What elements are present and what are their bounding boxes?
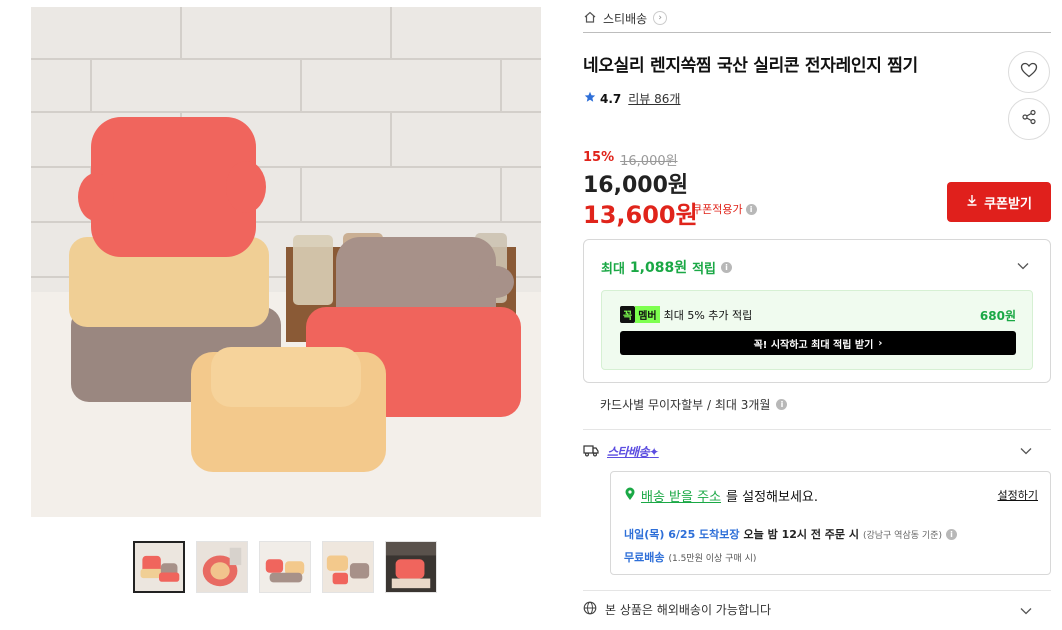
info-icon[interactable]: i bbox=[745, 203, 757, 215]
coupon-download-button[interactable]: 쿠폰받기 bbox=[947, 182, 1051, 222]
points-amount: 1,088원 bbox=[629, 260, 688, 276]
points-box: 최대 1,088원 적립 i 꼭 멤버 최대 5% 추가 적립 680원 꼭! … bbox=[583, 239, 1051, 383]
chevron-down-icon[interactable] bbox=[1020, 605, 1032, 617]
points-prefix: 최대 bbox=[601, 261, 625, 277]
info-icon[interactable]: i bbox=[721, 261, 733, 273]
member-benefit-row: 꼭 멤버 최대 5% 추가 적립 bbox=[620, 306, 752, 323]
member-badge: 꼭 bbox=[620, 306, 636, 323]
info-icon[interactable]: i bbox=[945, 528, 957, 540]
installment-text: 카드사별 무이자할부 / 최대 3개월 bbox=[600, 398, 771, 412]
eta-note: (강남구 역삼동 기준) bbox=[862, 530, 942, 541]
coupon-button-label: 쿠폰받기 bbox=[984, 196, 1032, 212]
free-shipping: 무료배송 (1.5만원 이상 구매 시) bbox=[624, 549, 756, 565]
product-info-panel: 스티배송 › 네오실리 렌지쏙찜 국산 실리콘 전자레인지 찜기 4.7 리뷰 … bbox=[583, 0, 1051, 630]
main-product-image bbox=[31, 7, 541, 517]
coupon-price: 13,600원 bbox=[583, 201, 698, 229]
heart-icon bbox=[1020, 62, 1038, 82]
address-box: 배송 받을 주소 를 설정해보세요. 설정하기 내일(목) 6/25 도착보장 … bbox=[610, 471, 1051, 575]
globe-icon bbox=[583, 601, 597, 618]
delivery-eta: 내일(목) 6/25 도착보장 오늘 밤 12시 전 주문 시 (강남구 역삼동… bbox=[624, 526, 957, 542]
thumbnail-1[interactable] bbox=[133, 541, 185, 593]
rating-score: 4.7 bbox=[600, 91, 622, 106]
thumbnail-strip bbox=[133, 541, 437, 593]
member-benefit-box: 꼭 멤버 최대 5% 추가 적립 680원 꼭! 시작하고 최대 적립 받기 › bbox=[601, 290, 1033, 370]
thumbnail-4[interactable] bbox=[322, 541, 374, 593]
download-icon bbox=[966, 194, 978, 210]
chevron-right-icon: › bbox=[878, 337, 883, 349]
thumbnail-3[interactable] bbox=[259, 541, 311, 593]
address-text: 를 설정해보세요. bbox=[726, 490, 819, 505]
chevron-down-icon[interactable] bbox=[1017, 260, 1029, 272]
share-icon bbox=[1021, 109, 1037, 129]
breadcrumb-divider bbox=[583, 32, 1051, 33]
overseas-text: 본 상품은 해외배송이 가능합니다 bbox=[605, 603, 772, 617]
chevron-down-icon[interactable] bbox=[1020, 445, 1032, 457]
section-divider bbox=[583, 590, 1051, 591]
points-summary[interactable]: 최대 1,088원 적립 i bbox=[601, 257, 733, 277]
installment-info: 카드사별 무이자할부 / 최대 3개월 i bbox=[600, 396, 788, 413]
thumbnail-2[interactable] bbox=[196, 541, 248, 593]
section-divider bbox=[583, 429, 1051, 430]
eta-condition: 오늘 밤 12시 전 주문 시 bbox=[743, 528, 859, 541]
eta-date: 내일(목) 6/25 도착보장 bbox=[624, 528, 740, 541]
home-icon bbox=[583, 10, 597, 27]
truck-icon bbox=[583, 442, 599, 461]
member-cta-label: 꼭! 시작하고 최대 적립 받기 bbox=[753, 339, 874, 351]
rating: 4.7 리뷰 86개 bbox=[584, 90, 680, 107]
address-prompt: 배송 받을 주소 를 설정해보세요. bbox=[624, 486, 818, 505]
share-button[interactable] bbox=[1008, 98, 1050, 140]
coupon-applied-text: 쿠폰적용가 bbox=[692, 203, 743, 216]
free-shipping-note: (1.5만원 이상 구매 시) bbox=[668, 553, 757, 564]
star-icon bbox=[584, 91, 596, 106]
product-title: 네오실리 렌지쏙찜 국산 실리콘 전자레인지 찜기 bbox=[583, 56, 918, 76]
thumbnail-5[interactable] bbox=[385, 541, 437, 593]
star-delivery-logo: 스타배송✦ bbox=[607, 445, 659, 459]
review-link[interactable]: 리뷰 86개 bbox=[628, 90, 680, 107]
shipping-header: 스타배송✦ bbox=[583, 442, 659, 461]
member-benefit-amount: 680원 bbox=[979, 309, 1016, 323]
address-set-link[interactable]: 설정하기 bbox=[998, 487, 1038, 503]
member-badge-label: 멤버 bbox=[635, 306, 660, 323]
member-benefit-text: 최대 5% 추가 적립 bbox=[663, 308, 753, 322]
location-pin-icon bbox=[624, 487, 636, 505]
overseas-shipping[interactable]: 본 상품은 해외배송이 가능합니다 bbox=[583, 601, 771, 618]
info-icon[interactable]: i bbox=[776, 399, 788, 410]
breadcrumb[interactable]: 스티배송 › bbox=[583, 7, 668, 29]
coupon-applied-label[interactable]: 쿠폰적용가 i bbox=[692, 201, 757, 217]
address-link[interactable]: 배송 받을 주소 bbox=[641, 486, 721, 505]
chevron-right-icon: › bbox=[653, 11, 668, 25]
free-shipping-label: 무료배송 bbox=[624, 551, 665, 564]
wishlist-button[interactable] bbox=[1008, 51, 1050, 93]
breadcrumb-label: 스티배송 bbox=[603, 11, 648, 26]
points-suffix: 적립 bbox=[692, 261, 717, 277]
member-start-button[interactable]: 꼭! 시작하고 최대 적립 받기 › bbox=[620, 331, 1016, 355]
